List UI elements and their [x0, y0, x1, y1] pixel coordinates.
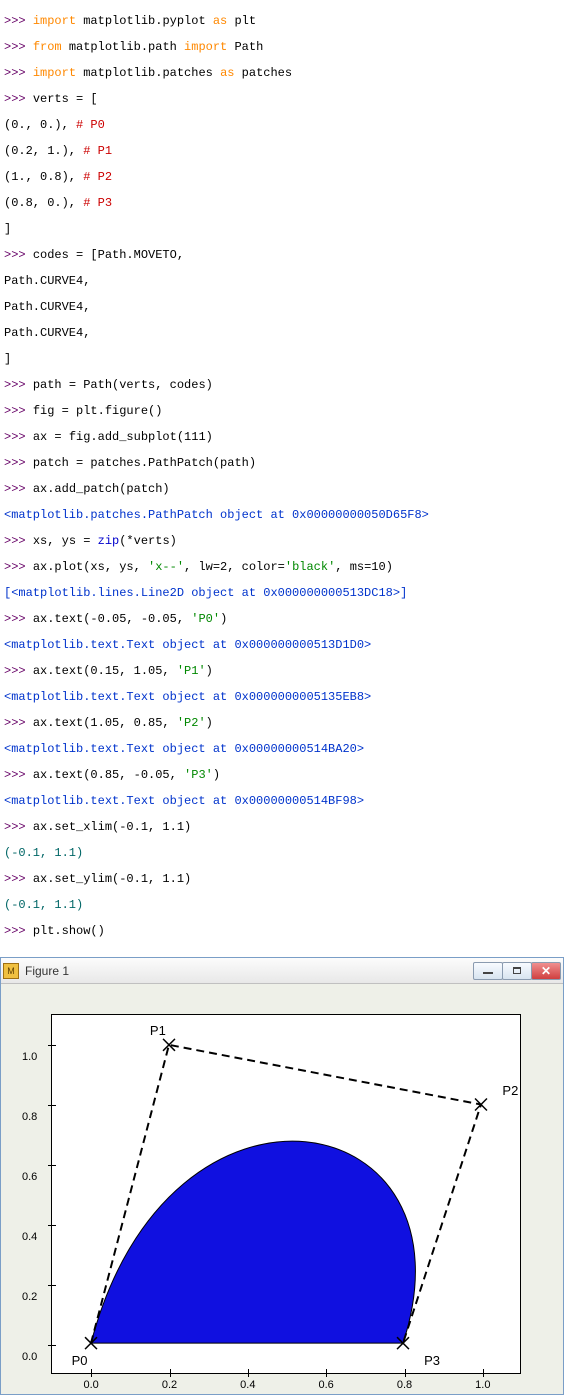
code-line: (0., 0.), # P0 [4, 119, 560, 132]
maximize-icon [513, 967, 521, 974]
code-line: Path.CURVE4, [4, 301, 560, 314]
point-label: P3 [424, 1353, 440, 1368]
repl-output: <matplotlib.text.Text object at 0x000000… [4, 691, 560, 704]
app-icon: M [3, 963, 19, 979]
code-line: >>> patch = patches.PathPatch(path) [4, 457, 560, 470]
tick-label-x: 0.8 [397, 1379, 412, 1391]
tick-label-y: 1.0 [22, 1051, 37, 1063]
code-line: >>> ax.text(0.15, 1.05, 'P1') [4, 665, 560, 678]
code-line: >>> path = Path(verts, codes) [4, 379, 560, 392]
window-titlebar[interactable]: M Figure 1 ✕ [1, 958, 563, 984]
point-label: P0 [72, 1353, 88, 1368]
code-line: >>> xs, ys = zip(*verts) [4, 535, 560, 548]
tick-label-y: 0.2 [22, 1291, 37, 1303]
tick-mark-y [48, 1165, 56, 1166]
tick-label-x: 1.0 [475, 1379, 490, 1391]
minimize-icon [483, 972, 493, 974]
code-line: >>> codes = [Path.MOVETO, [4, 249, 560, 262]
axes: 0.00.20.40.60.81.00.00.20.40.60.81.0P0P1… [51, 1014, 521, 1374]
tick-mark-y [48, 1285, 56, 1286]
code-line: >>> from matplotlib.path import Path [4, 41, 560, 54]
tick-mark-y [48, 1045, 56, 1046]
point-label: P1 [150, 1023, 166, 1038]
tick-label-y: 0.6 [22, 1171, 37, 1183]
tick-mark-x [483, 1369, 484, 1377]
point-label: P2 [502, 1083, 518, 1098]
code-line: >>> ax.text(0.85, -0.05, 'P3') [4, 769, 560, 782]
repl-output: (-0.1, 1.1) [4, 847, 560, 860]
window-title: Figure 1 [25, 964, 474, 978]
code-line: (1., 0.8), # P2 [4, 171, 560, 184]
code-line: (0.8, 0.), # P3 [4, 197, 560, 210]
code-line: >>> ax.plot(xs, ys, 'x--', lw=2, color='… [4, 561, 560, 574]
code-line: >>> ax.add_patch(patch) [4, 483, 560, 496]
tick-label-x: 0.2 [162, 1379, 177, 1391]
tick-label-y: 0.8 [22, 1111, 37, 1123]
window-maximize-button[interactable] [502, 962, 532, 980]
code-line: >>> ax.text(-0.05, -0.05, 'P0') [4, 613, 560, 626]
bezier-patch [91, 1141, 415, 1343]
tick-mark-x [326, 1369, 327, 1377]
repl-output: (-0.1, 1.1) [4, 899, 560, 912]
code-line: >>> ax.text(1.05, 0.85, 'P2') [4, 717, 560, 730]
code-line: >>> ax.set_xlim(-0.1, 1.1) [4, 821, 560, 834]
close-icon: ✕ [541, 966, 551, 976]
tick-mark-y [48, 1225, 56, 1226]
code-line: >>> fig = plt.figure() [4, 405, 560, 418]
python-repl[interactable]: >>> import matplotlib.pyplot as plt >>> … [0, 0, 564, 953]
plot-canvas[interactable]: 0.0 0.2 0.4 0.6 0.8 1.0 0.0 0.2 0.4 0.6 0.8 1.0 P0 P1… [1, 984, 563, 1394]
tick-mark-x [248, 1369, 249, 1377]
figure-window: M Figure 1 ✕ 0.0 0.2 0.4 0.6 0.8 1.0 0.0 0.2 0.4… [0, 957, 564, 1395]
code-line: >>> ax.set_ylim(-0.1, 1.1) [4, 873, 560, 886]
tick-mark-y [48, 1105, 56, 1106]
code-line: ] [4, 223, 560, 236]
tick-label-x: 0.4 [240, 1379, 255, 1391]
code-line: >>> import matplotlib.pyplot as plt [4, 15, 560, 28]
repl-output: [<matplotlib.lines.Line2D object at 0x00… [4, 587, 560, 600]
repl-output: <matplotlib.patches.PathPatch object at … [4, 509, 560, 522]
code-line: >>> plt.show() [4, 925, 560, 938]
tick-label-x: 0.0 [84, 1379, 99, 1391]
tick-mark-y [48, 1345, 56, 1346]
code-line: Path.CURVE4, [4, 327, 560, 340]
plot-svg [52, 1015, 520, 1373]
window-minimize-button[interactable] [473, 962, 503, 980]
tick-mark-x [91, 1369, 92, 1377]
code-line: ] [4, 353, 560, 366]
repl-output: <matplotlib.text.Text object at 0x000000… [4, 639, 560, 652]
tick-mark-x [170, 1369, 171, 1377]
tick-mark-x [405, 1369, 406, 1377]
tick-label-y: 0.0 [22, 1351, 37, 1363]
repl-output: <matplotlib.text.Text object at 0x000000… [4, 743, 560, 756]
repl-output: <matplotlib.text.Text object at 0x000000… [4, 795, 560, 808]
code-line: >>> ax = fig.add_subplot(111) [4, 431, 560, 444]
window-close-button[interactable]: ✕ [531, 962, 561, 980]
tick-label-x: 0.6 [319, 1379, 334, 1391]
code-line: Path.CURVE4, [4, 275, 560, 288]
tick-label-y: 0.4 [22, 1231, 37, 1243]
code-line: >>> import matplotlib.patches as patches [4, 67, 560, 80]
code-line: >>> verts = [ [4, 93, 560, 106]
code-line: (0.2, 1.), # P1 [4, 145, 560, 158]
